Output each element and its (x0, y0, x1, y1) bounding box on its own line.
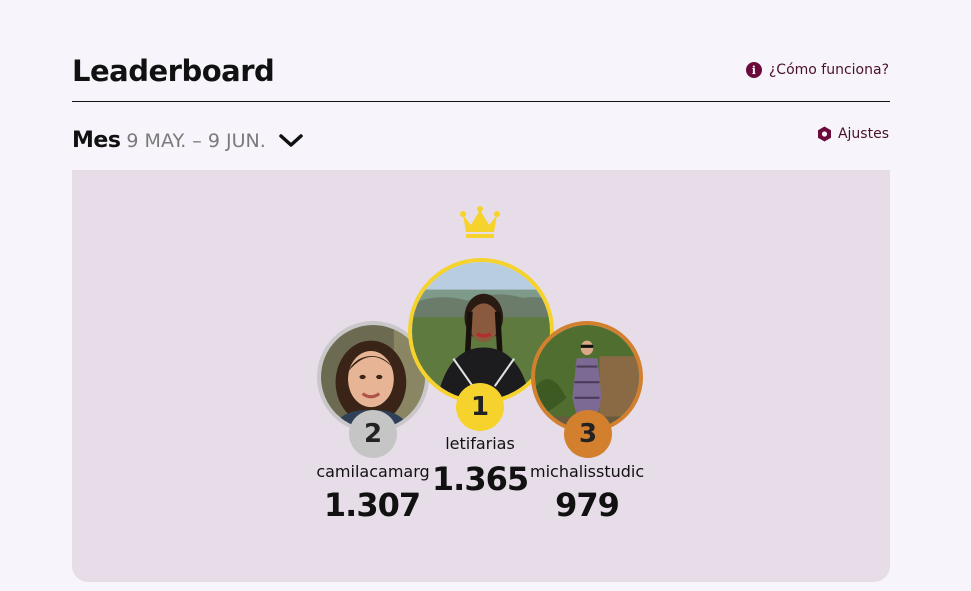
info-icon: i (745, 62, 762, 78)
score-rank-1: 1.365 (431, 460, 529, 498)
score-rank-3: 979 (555, 486, 620, 524)
hexagon-icon (817, 126, 832, 142)
crown-icon (460, 205, 500, 243)
page-title: Leaderboard (72, 54, 275, 88)
settings-link[interactable]: Ajustes (817, 126, 889, 142)
how-it-works-link[interactable]: i ¿Cómo funciona? (745, 62, 889, 78)
rank-badge-3: 3 (564, 410, 612, 458)
period-selector[interactable]: Mes 9 MAY. – 9 JUN. (72, 128, 304, 153)
username-rank-3[interactable]: michalisstudic (530, 462, 644, 481)
rank-badge-1: 1 (456, 383, 504, 431)
header-divider (72, 101, 890, 102)
period-label: Mes (72, 128, 121, 153)
how-it-works-label: ¿Cómo funciona? (768, 62, 889, 78)
settings-label: Ajustes (837, 126, 889, 142)
chevron-down-icon[interactable] (278, 132, 304, 150)
rank-badge-2: 2 (349, 410, 397, 458)
period-range: 9 MAY. – 9 JUN. (126, 129, 266, 152)
username-rank-2[interactable]: camilacamarg (316, 462, 430, 481)
score-rank-2: 1.307 (323, 486, 421, 524)
username-rank-1[interactable]: letifarias (430, 434, 530, 453)
